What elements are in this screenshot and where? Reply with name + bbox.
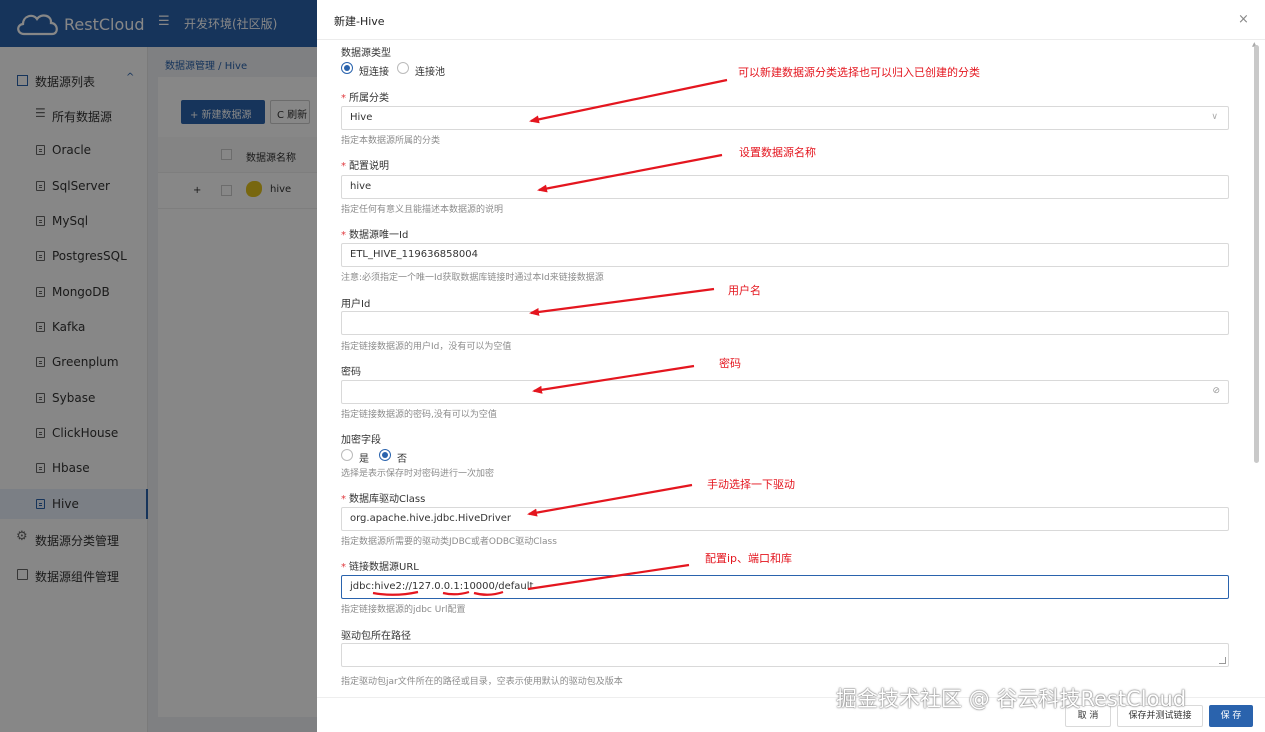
driver-label: * 数据库驱动Class: [341, 494, 426, 505]
save-button[interactable]: 保 存: [1209, 705, 1253, 727]
driver-input[interactable]: org.apache.hive.jdbc.HiveDriver: [341, 507, 1229, 531]
password-input[interactable]: ⊘: [341, 380, 1229, 404]
close-icon[interactable]: ×: [1238, 12, 1249, 27]
type-radio-pool[interactable]: [397, 62, 409, 74]
id-label: * 数据源唯一Id: [341, 230, 409, 241]
user-input[interactable]: [341, 311, 1229, 335]
eye-hidden-icon[interactable]: ⊘: [1212, 386, 1220, 396]
app-root: RestCloud ☰ 开发环境(社区版) 数据源列表 ^ ☰ 所有数据源 Or…: [0, 0, 1265, 732]
category-label: * 所属分类: [341, 93, 389, 104]
encrypt-hint: 选择是表示保存时对密码进行一次加密: [341, 469, 495, 479]
encrypt-radio-yes[interactable]: [341, 449, 353, 461]
url-label: * 链接数据源URL: [341, 562, 419, 573]
category-hint: 指定本数据源所属的分类: [341, 136, 441, 146]
drawer-header: 新建-Hive ×: [317, 0, 1265, 40]
password-label: 密码: [341, 367, 361, 378]
type-option-short: 短连接: [359, 67, 389, 78]
jar-path-textarea[interactable]: [341, 643, 1229, 667]
watermark: 掘金技术社区 @ 谷云科技RestCloud: [836, 687, 1187, 711]
id-hint: 注意:必须指定一个唯一Id获取数据库链接时通过本Id来链接数据源: [341, 273, 604, 283]
desc-label: * 配置说明: [341, 161, 389, 172]
encrypt-label: 加密字段: [341, 435, 381, 446]
type-radio-short[interactable]: [341, 62, 353, 74]
type-option-pool: 连接池: [415, 67, 445, 78]
id-input[interactable]: ETL_HIVE_119636858004: [341, 243, 1229, 267]
drawer-title: 新建-Hive: [334, 15, 385, 28]
desc-hint: 指定任何有意义且能描述本数据源的说明: [341, 205, 504, 215]
password-hint: 指定链接数据源的密码,没有可以为空值: [341, 410, 497, 420]
user-hint: 指定链接数据源的用户Id，没有可以为空值: [341, 342, 512, 352]
user-label: 用户Id: [341, 299, 371, 310]
annotation-category: 可以新建数据源分类选择也可以归入已创建的分类: [738, 66, 980, 79]
type-label: 数据源类型: [341, 48, 391, 59]
annotation-user: 用户名: [728, 284, 761, 297]
desc-input[interactable]: hive: [341, 175, 1229, 199]
chevron-down-icon: ∨: [1211, 112, 1218, 122]
encrypt-option-no: 否: [397, 454, 407, 465]
encrypt-option-yes: 是: [359, 454, 369, 465]
new-hive-drawer: 新建-Hive × ▲ 数据源类型 短连接 连接池 *所属分类 Hive ∨ 指…: [317, 0, 1265, 732]
url-hint: 指定链接数据源的jdbc Url配置: [341, 605, 466, 615]
encrypt-radio-no[interactable]: [379, 449, 391, 461]
scrollbar[interactable]: [1254, 45, 1259, 463]
annotation-name: 设置数据源名称: [739, 146, 816, 159]
jar-hint: 指定驱动包jar文件所在的路径或目录，空表示使用默认的驱动包及版本: [341, 677, 623, 687]
jar-label: 驱动包所在路径: [341, 631, 411, 642]
annotation-password: 密码: [719, 357, 741, 370]
category-select[interactable]: Hive ∨: [341, 106, 1229, 130]
annotation-url: 配置ip、端口和库: [705, 552, 793, 565]
annotation-driver: 手动选择一下驱动: [707, 478, 795, 491]
url-input[interactable]: jdbc:hive2://127.0.0.1:10000/default: [341, 575, 1229, 599]
driver-hint: 指定数据源所需要的驱动类JDBC或者ODBC驱动Class: [341, 537, 557, 547]
